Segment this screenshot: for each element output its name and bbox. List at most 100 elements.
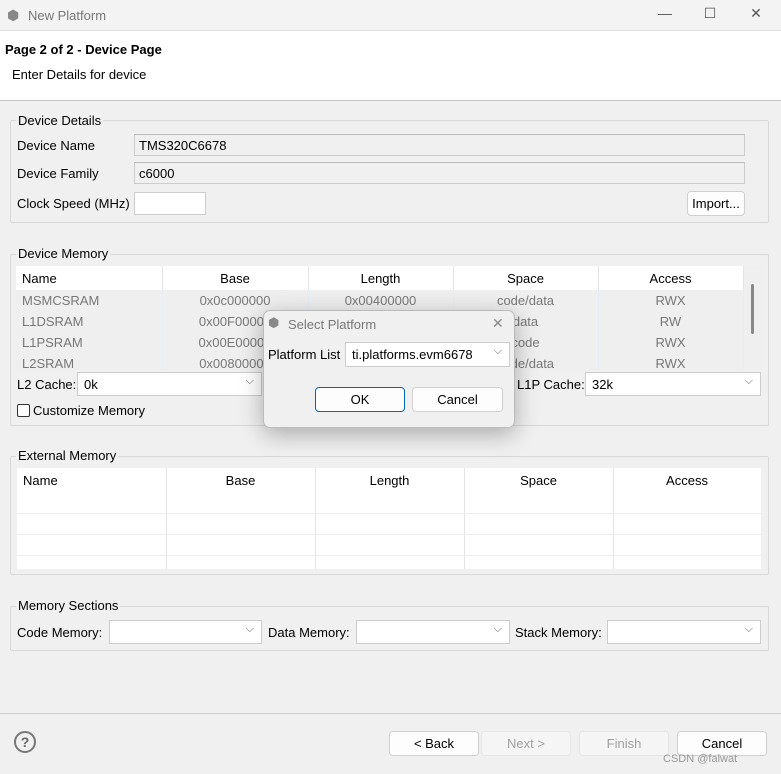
platform-list-label: Platform List <box>268 347 341 362</box>
table-cell <box>464 513 614 535</box>
l1p-cache-value: 32k <box>592 377 613 392</box>
import-button[interactable]: Import... <box>687 191 745 216</box>
table-cell <box>17 492 167 514</box>
window-title: New Platform <box>28 8 107 23</box>
wizard-header: Page 2 of 2 - Device Page Enter Details … <box>0 31 781 101</box>
table-cell: RW <box>598 311 744 332</box>
platform-list-value: ti.platforms.evm6678 <box>352 347 473 362</box>
help-icon[interactable]: ? <box>14 731 36 753</box>
l2-cache-select[interactable]: 0k ⌵ <box>77 372 262 396</box>
ok-button[interactable]: OK <box>315 387 405 412</box>
column-header[interactable]: Base <box>162 266 309 290</box>
scrollbar[interactable] <box>751 284 754 334</box>
device-name-field[interactable]: TMS320C6678 <box>134 134 745 156</box>
table-cell <box>315 534 465 556</box>
group-label: Device Details <box>16 113 104 128</box>
table-row[interactable] <box>17 555 761 569</box>
page-title: Page 2 of 2 - Device Page <box>5 42 162 57</box>
table-cell <box>613 534 761 556</box>
group-label: Memory Sections <box>16 598 121 613</box>
l2-cache-value: 0k <box>84 377 98 392</box>
column-header[interactable]: Access <box>613 468 761 492</box>
table-cell <box>166 513 316 535</box>
stack-memory-select[interactable]: ⌵ <box>607 620 761 644</box>
clock-speed-label: Clock Speed (MHz) <box>17 196 130 211</box>
table-cell: 0x0c000000 <box>162 290 309 311</box>
table-cell: RWX <box>598 290 744 311</box>
cube-icon: ⬢ <box>268 315 280 330</box>
table-cell <box>166 534 316 556</box>
table-cell <box>464 534 614 556</box>
column-header[interactable]: Length <box>308 266 454 290</box>
cube-icon: ⬢ <box>7 7 20 23</box>
table-cell <box>17 534 167 556</box>
table-cell <box>315 492 465 514</box>
column-header[interactable]: Length <box>315 468 465 492</box>
device-family-field[interactable]: c6000 <box>134 162 745 184</box>
title-bar: ⬢ New Platform — ☐ ✕ <box>0 0 781 31</box>
device-family-label: Device Family <box>17 166 99 181</box>
close-icon[interactable]: ✕ <box>492 315 504 332</box>
data-memory-label: Data Memory: <box>268 625 350 640</box>
close-icon[interactable]: ✕ <box>741 5 771 25</box>
table-cell: L1PSRAM <box>16 332 163 353</box>
back-button[interactable]: < Back <box>389 731 479 756</box>
code-memory-select[interactable]: ⌵ <box>109 620 262 644</box>
platform-list-select[interactable]: ti.platforms.evm6678 ⌵ <box>345 342 510 367</box>
maximize-icon[interactable]: ☐ <box>695 5 725 25</box>
table-cell <box>17 513 167 535</box>
column-header[interactable]: Name <box>17 468 167 492</box>
table-cell: MSMCSRAM <box>16 290 163 311</box>
table-cell <box>613 513 761 535</box>
column-header[interactable]: Space <box>453 266 599 290</box>
table-cell: RWX <box>598 332 744 353</box>
column-header[interactable]: Space <box>464 468 614 492</box>
watermark: CSDN @falwat <box>663 753 738 765</box>
table-row[interactable] <box>17 513 761 535</box>
column-header[interactable]: Base <box>166 468 316 492</box>
l2-cache-label: L2 Cache: <box>17 377 77 392</box>
table-cell <box>464 492 614 514</box>
chevron-down-icon: ⌵ <box>245 375 254 387</box>
table-row[interactable] <box>17 534 761 556</box>
l1p-cache-select[interactable]: 32k ⌵ <box>585 372 761 396</box>
table-cell <box>613 492 761 514</box>
table-cell <box>315 513 465 535</box>
finish-button[interactable]: Finish <box>579 731 669 756</box>
group-label: External Memory <box>16 448 119 463</box>
chevron-down-icon: ⌵ <box>744 623 753 635</box>
column-header[interactable]: Name <box>16 266 163 290</box>
table-row[interactable]: MSMCSRAM 0x0c000000 0x00400000 code/data RWX <box>16 290 744 311</box>
table-row[interactable] <box>17 492 761 514</box>
group-label: Device Memory <box>16 246 111 261</box>
external-memory-table[interactable]: Name Base Length Space Access <box>17 468 761 569</box>
table-cell <box>315 555 465 569</box>
dialog-cancel-button[interactable]: Cancel <box>412 387 503 412</box>
chevron-down-icon: ⌵ <box>245 623 254 635</box>
table-cell <box>166 492 316 514</box>
device-name-label: Device Name <box>17 138 96 153</box>
table-cell <box>166 555 316 569</box>
next-button[interactable]: Next > <box>481 731 571 756</box>
footer-divider <box>0 713 781 714</box>
clock-speed-input[interactable] <box>134 192 206 215</box>
table-cell: 0x00400000 <box>308 290 454 311</box>
table-cell: code/data <box>453 290 599 311</box>
table-cell: L2SRAM <box>16 353 163 370</box>
table-cell: L1DSRAM <box>16 311 163 332</box>
code-memory-label: Code Memory: <box>17 625 103 640</box>
stack-memory-label: Stack Memory: <box>515 625 602 640</box>
chevron-down-icon: ⌵ <box>744 375 753 387</box>
table-cell <box>17 555 167 569</box>
dialog-title: Select Platform <box>288 317 377 332</box>
column-header[interactable]: Access <box>598 266 744 290</box>
customize-memory-checkbox[interactable] <box>17 404 30 417</box>
data-memory-select[interactable]: ⌵ <box>356 620 510 644</box>
chevron-down-icon: ⌵ <box>493 345 502 357</box>
select-platform-dialog: ⬢ Select Platform ✕ Platform List ti.pla… <box>263 310 515 428</box>
table-cell: RWX <box>598 353 744 370</box>
chevron-down-icon: ⌵ <box>493 623 502 635</box>
customize-memory-label[interactable]: Customize Memory <box>33 403 145 418</box>
table-cell <box>464 555 614 569</box>
minimize-icon[interactable]: — <box>650 5 680 25</box>
